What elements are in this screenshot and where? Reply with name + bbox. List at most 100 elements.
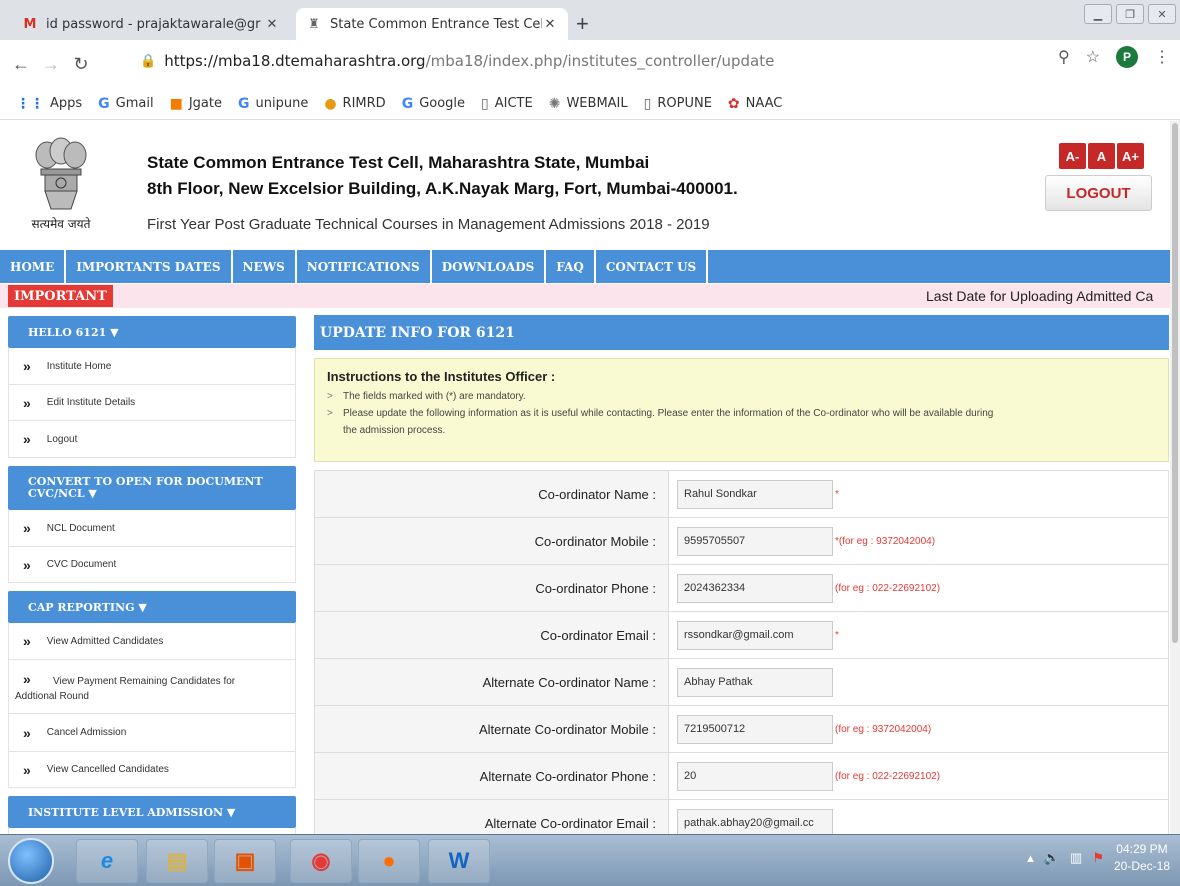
sidebar-section-hello[interactable]: HELLO 6121 ▼ [8, 316, 296, 348]
form-row: Co-ordinator Mobile : *(for eg : 9372042… [315, 518, 1168, 565]
double-chevron-icon: » [23, 724, 31, 741]
font-increase-button[interactable]: A+ [1117, 143, 1144, 169]
sidebar: HELLO 6121 ▼ » Institute Home » Edit Insti… [8, 316, 296, 834]
field-label: Co-ordinator Name : [315, 471, 669, 517]
sidebar-item-payment-remaining[interactable]: » View Payment Remaining Candidates for A… [8, 660, 296, 714]
alt-coordinator-email-input[interactable] [677, 808, 833, 834]
bookmark-rimrd[interactable]: ● RIMRD [324, 96, 385, 112]
instruction-line: > Please update the following information… [327, 405, 1158, 422]
clock-date: 20-Dec-18 [1113, 859, 1170, 873]
important-ticker: IMPORTANT Last Date for Uploading Admitt… [0, 284, 1170, 308]
sidebar-item-view-cancelled[interactable]: » View Cancelled Candidates [8, 752, 296, 788]
sidebar-item-edit-details[interactable]: » Edit Institute Details [8, 385, 296, 421]
bookmark-apps[interactable]: ⋮⋮ Apps [16, 96, 82, 112]
field-hint: * [835, 629, 839, 641]
alt-coordinator-mobile-input[interactable] [677, 714, 833, 744]
bookmarks-bar: ⋮⋮ Apps G Gmail ■ Jgate Gunipune ● RIMRD G Go… [0, 88, 1180, 120]
bookmark-gmail[interactable]: G Gmail [98, 96, 153, 112]
bookmark-aicte[interactable]: ▯ AICTE [481, 96, 533, 112]
scrollbar-thumb[interactable] [1172, 123, 1178, 643]
url-host: https://mba18.dtemaharashtra.org [164, 52, 426, 70]
outlook-icon[interactable]: ▣ [214, 839, 276, 883]
nav-home[interactable]: HOME [0, 250, 67, 283]
sidebar-item-institute-home[interactable]: » Institute Home [8, 348, 296, 385]
tab-title: State Common Entrance Test Cel [330, 16, 542, 32]
field-label: Alternate Co-ordinator Name : [315, 659, 669, 705]
bookmark-google[interactable]: G Google [402, 96, 465, 112]
naac-icon: ✿ [727, 95, 740, 112]
ticker-message[interactable]: Last Date for Uploading Admitted Ca [926, 288, 1153, 304]
tray-arrow-icon[interactable]: ▴ [1027, 850, 1034, 866]
address-bar[interactable]: 🔒 https://mba18.dtemaharashtra.org/mba18… [140, 44, 1095, 78]
font-reset-button[interactable]: A [1088, 143, 1115, 169]
network-icon[interactable]: ▥ [1070, 850, 1082, 866]
double-chevron-icon: » [23, 556, 31, 573]
close-tab-icon[interactable]: ✕ [542, 17, 558, 32]
sidebar-item-view-admitted[interactable]: » View Admitted Candidates [8, 623, 296, 660]
action-center-icon[interactable]: ⚑ [1092, 850, 1104, 866]
file-explorer-icon[interactable]: ▤ [146, 839, 208, 883]
close-window-icon[interactable]: ✕ [1148, 4, 1176, 24]
menu-dots-icon[interactable]: ⋮ [1154, 47, 1170, 67]
font-decrease-button[interactable]: A- [1059, 143, 1086, 169]
nav-contact-us[interactable]: CONTACT US [596, 250, 709, 283]
restore-icon[interactable]: ❐ [1116, 4, 1144, 24]
orange-square-icon: ■ [169, 95, 183, 112]
coordinator-name-input[interactable] [677, 479, 833, 509]
profile-avatar[interactable]: P [1116, 46, 1138, 68]
browser-tabstrip: M id password - prajaktawarale@gr ✕ ♜ St… [0, 0, 1180, 40]
volume-icon[interactable]: 🔈 [1044, 850, 1060, 866]
bookmark-jgate[interactable]: ■ Jgate [170, 96, 222, 112]
form-row: Co-ordinator Phone : (for eg : 022-22692… [315, 565, 1168, 612]
sidebar-item-logout[interactable]: » Logout [8, 421, 296, 458]
tab-gmail[interactable]: M id password - prajaktawarale@gr ✕ [12, 8, 290, 40]
tab-cet-cell[interactable]: ♜ State Common Entrance Test Cel ✕ [296, 8, 568, 40]
nav-downloads[interactable]: DOWNLOADS [432, 250, 547, 283]
double-chevron-icon: » [23, 671, 31, 687]
sidebar-item-cancel-admission[interactable]: » Cancel Admission [8, 714, 296, 752]
sidebar-section-institute-level[interactable]: INSTITUTE LEVEL ADMISSION ▼ [8, 796, 296, 828]
bookmark-webmail[interactable]: ✺ WEBMAIL [549, 96, 628, 112]
bookmark-naac[interactable]: ✿ NAAC [728, 96, 782, 112]
instructions-title: Instructions to the Institutes Officer : [327, 369, 556, 384]
new-tab-button[interactable]: + [576, 13, 589, 35]
bookmark-unipune[interactable]: Gunipune [238, 96, 308, 112]
nav-notifications[interactable]: NOTIFICATIONS [297, 250, 432, 283]
page-scrollbar[interactable] [1170, 121, 1180, 834]
coordinator-phone-input[interactable] [677, 573, 833, 603]
firefox-icon[interactable]: ● [358, 839, 420, 883]
clock[interactable]: 04:29 PM 20-Dec-18 [1114, 841, 1170, 875]
field-label: Alternate Co-ordinator Mobile : [315, 706, 669, 752]
forward-icon[interactable]: → [36, 54, 66, 75]
reload-icon[interactable]: ↻ [66, 54, 96, 75]
minimize-icon[interactable]: ▁ [1084, 4, 1112, 24]
field-hint: (for eg : 022-22692102) [835, 770, 941, 782]
coordinator-mobile-input[interactable] [677, 526, 833, 556]
chrome-icon[interactable]: ◉ [290, 839, 352, 883]
sidebar-section-cap-reporting[interactable]: CAP REPORTING ▼ [8, 591, 296, 623]
rimrd-icon: ● [324, 95, 337, 112]
double-chevron-icon: » [23, 633, 31, 649]
internet-explorer-icon[interactable]: e [76, 839, 138, 883]
form-row: Alternate Co-ordinator Name : [315, 659, 1168, 706]
site-header: सत्यमेव जयते State Common Entrance Test … [0, 121, 1170, 249]
nav-faq[interactable]: FAQ [546, 250, 596, 283]
nav-important-dates[interactable]: IMPORTANTS DATES [66, 250, 233, 283]
sidebar-item-ncl-document[interactable]: » NCL Document [8, 510, 296, 547]
start-button[interactable] [8, 838, 54, 884]
alt-coordinator-phone-input[interactable] [677, 761, 833, 791]
close-tab-icon[interactable]: ✕ [264, 17, 280, 32]
bookmark-ropune[interactable]: ▯ ROPUNE [644, 96, 712, 112]
zoom-icon[interactable]: ⚲ [1058, 47, 1070, 67]
main-content: UPDATE INFO FOR 6121 Instructions to the… [314, 315, 1169, 834]
word-icon[interactable]: W [428, 839, 490, 883]
back-icon[interactable]: ← [6, 54, 36, 75]
logout-button[interactable]: LOGOUT [1045, 175, 1152, 211]
bookmark-star-icon[interactable]: ☆ [1086, 47, 1100, 67]
sidebar-item-cvc-document[interactable]: » CVC Document [8, 547, 296, 583]
nav-news[interactable]: NEWS [233, 250, 297, 283]
sidebar-section-convert[interactable]: CONVERT TO OPEN FOR DOCUMENT CVC/NCL ▼ [8, 466, 296, 510]
coordinator-email-input[interactable] [677, 620, 833, 650]
alt-coordinator-name-input[interactable] [677, 667, 833, 697]
instructions-box: Instructions to the Institutes Officer :… [314, 358, 1169, 462]
